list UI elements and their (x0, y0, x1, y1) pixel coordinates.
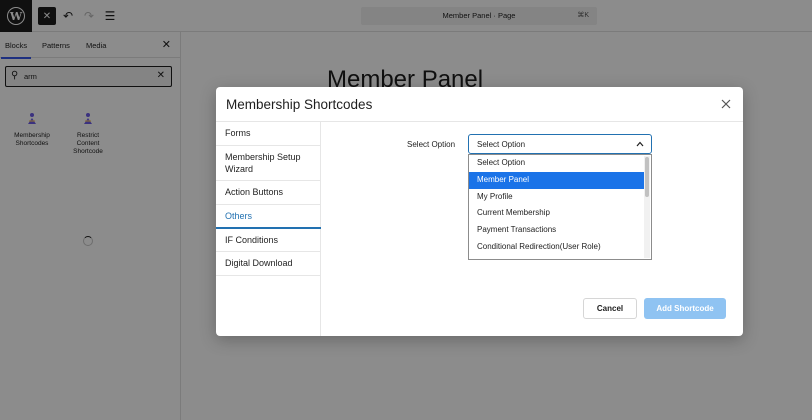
close-icon (721, 99, 731, 109)
nav-item-digital-download[interactable]: Digital Download (216, 252, 321, 276)
nav-item-if-conditions[interactable]: IF Conditions (216, 229, 321, 252)
nav-item-forms[interactable]: Forms (216, 122, 321, 146)
modal-title: Membership Shortcodes (226, 97, 373, 112)
shortcode-category-nav: Forms Membership Setup Wizard Action But… (216, 122, 321, 336)
nav-item-others[interactable]: Others (216, 205, 321, 229)
select-value: Select Option (477, 140, 526, 149)
modal-close-button[interactable] (720, 98, 732, 110)
shortcode-select[interactable]: Select Option (468, 134, 652, 154)
nav-item-action-buttons[interactable]: Action Buttons (216, 181, 321, 205)
dropdown-scrollbar-thumb[interactable] (645, 157, 649, 197)
option-conditional-redirection[interactable]: Conditional Redirection(User Role) (469, 239, 644, 256)
cancel-button[interactable]: Cancel (583, 298, 637, 319)
option-current-membership[interactable]: Current Membership (469, 205, 644, 222)
option-select-option[interactable]: Select Option (469, 155, 644, 172)
option-payment-transactions[interactable]: Payment Transactions (469, 222, 644, 239)
option-member-panel[interactable]: Member Panel (469, 171, 644, 189)
chevron-up-icon (636, 141, 644, 147)
nav-item-membership-setup-wizard[interactable]: Membership Setup Wizard (216, 146, 321, 181)
shortcode-options-list: Select Option Member Panel My Profile Cu… (468, 154, 652, 260)
membership-shortcodes-modal: Membership Shortcodes Forms Membership S… (216, 87, 743, 336)
add-shortcode-button[interactable]: Add Shortcode (644, 298, 726, 319)
select-option-label: Select Option (407, 140, 456, 149)
option-my-profile[interactable]: My Profile (469, 189, 644, 206)
modal-header: Membership Shortcodes (216, 87, 743, 122)
